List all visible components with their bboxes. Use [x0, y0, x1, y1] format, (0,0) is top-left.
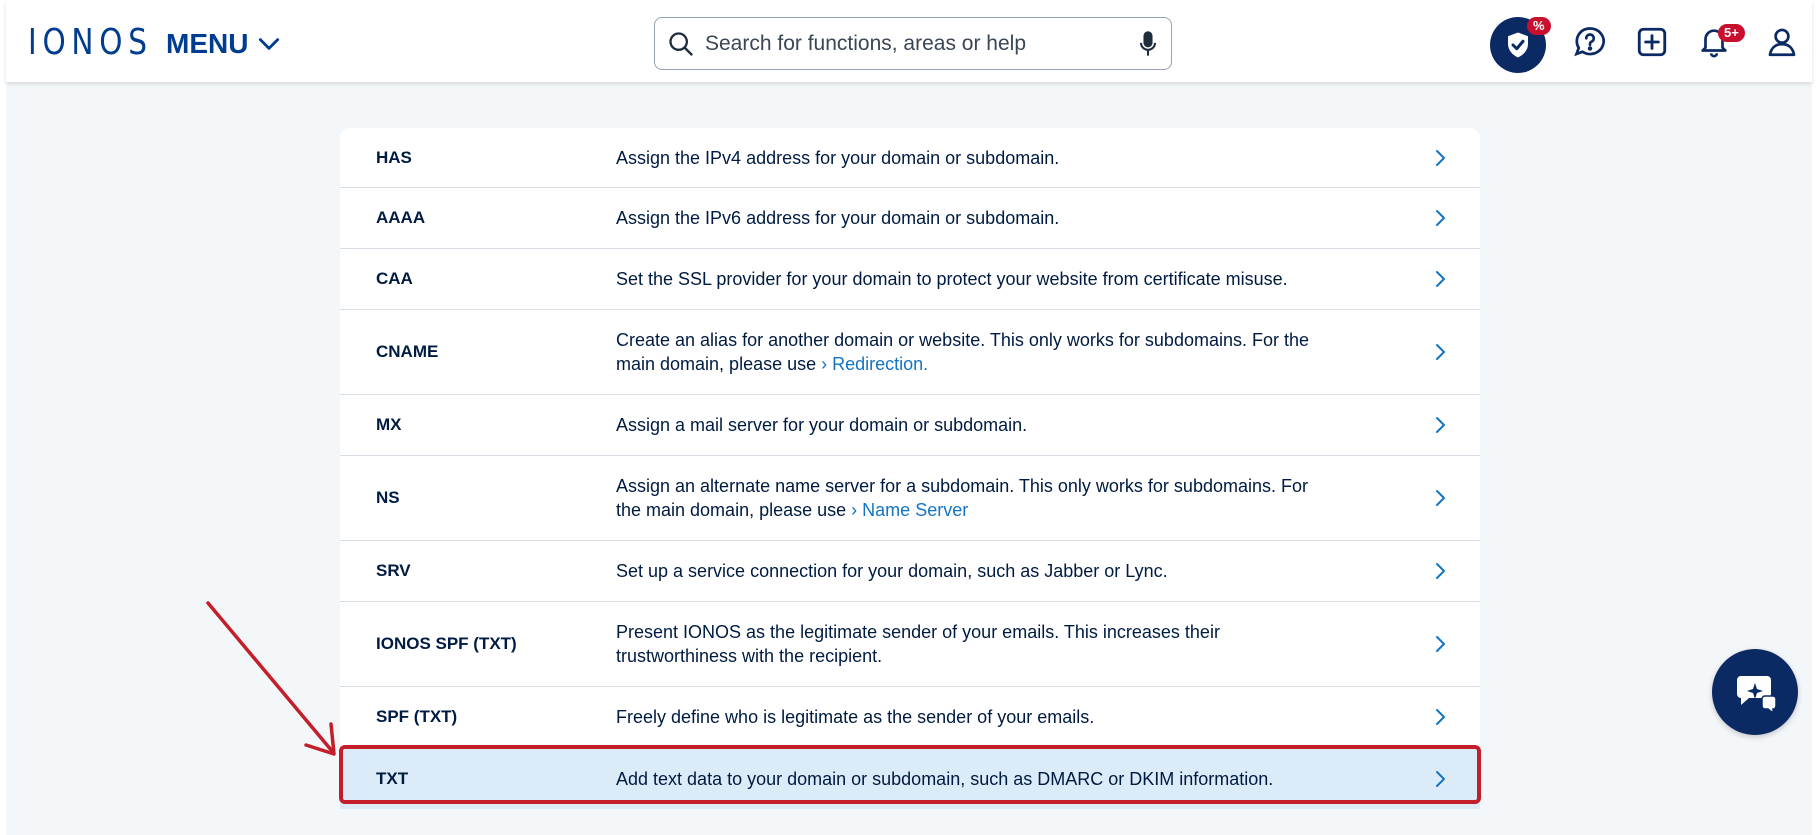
record-row-aaaa[interactable]: AAAA Assign the IPv6 address for your do… — [340, 188, 1480, 249]
record-description: Add text data to your domain or subdomai… — [616, 768, 1274, 789]
help-button[interactable] — [1568, 20, 1612, 64]
record-description: Assign an alternate name server for a su… — [616, 474, 1480, 522]
record-description: Assign a mail server for your domain or … — [616, 415, 1028, 435]
user-icon — [1768, 28, 1796, 57]
redirection-link[interactable]: › Redirection. — [821, 354, 928, 374]
redirection-link-label: Redirection. — [832, 354, 929, 374]
record-description: Create an alias for another domain or we… — [616, 328, 1480, 376]
description-line-2: trustworthiness with the recipient. — [616, 646, 883, 666]
record-row-txt[interactable]: TXT Add text data to your domain or subd… — [340, 748, 1480, 809]
add-button[interactable] — [1630, 20, 1674, 64]
chat-sparkle-icon — [1737, 676, 1777, 715]
notifications-badge: 5+ — [1718, 24, 1745, 42]
record-type: SPF (TXT) — [376, 707, 458, 726]
description-line-2: main domain, please use — [616, 354, 817, 374]
record-type: AAAA — [376, 208, 426, 227]
annotation-arrow — [206, 601, 336, 756]
chevron-right-icon — [1436, 636, 1445, 652]
record-row-caa[interactable]: CAA Set the SSL provider for your domain… — [340, 249, 1480, 310]
shield-badge: % — [1527, 17, 1551, 35]
search-box[interactable] — [654, 17, 1172, 70]
record-type: NS — [376, 488, 400, 507]
microphone-icon[interactable] — [1137, 30, 1159, 58]
record-description: Assign the IPv6 address for your domain … — [616, 208, 1060, 228]
chevron-right-icon — [1436, 210, 1445, 226]
chevron-right-icon — [1436, 271, 1445, 287]
chevron-right-icon — [1436, 770, 1445, 787]
record-description: Freely define who is legitimate as the s… — [616, 707, 1095, 727]
record-type: IONOS SPF (TXT) — [376, 634, 517, 653]
record-description: Assign the IPv4 address for your domain … — [616, 147, 1060, 168]
name-server-link[interactable]: › Name Server — [851, 500, 968, 520]
dns-record-type-list: HAS Assign the IPv4 address for your dom… — [340, 128, 1480, 809]
description-line-1: Create an alias for another domain or we… — [616, 330, 1309, 350]
record-row-ionos-spf[interactable]: IONOS SPF (TXT) Present IONOS as the leg… — [340, 602, 1480, 687]
record-row-mx[interactable]: MX Assign a mail server for your domain … — [340, 395, 1480, 456]
record-row-ns[interactable]: NS Assign an alternate name server for a… — [340, 456, 1480, 541]
chevron-right-icon — [1436, 490, 1445, 506]
help-chat-icon — [1574, 27, 1605, 57]
record-row-has[interactable]: HAS Assign the IPv4 address for your dom… — [340, 128, 1480, 188]
top-bar: IONOS MENU % 5+ — [6, 0, 1812, 82]
record-row-srv[interactable]: SRV Set up a service connection for your… — [340, 541, 1480, 602]
chevron-right-icon — [1436, 344, 1445, 360]
record-row-cname[interactable]: CNAME Create an alias for another domain… — [340, 310, 1480, 395]
record-type: SRV — [376, 561, 411, 580]
record-row-spf[interactable]: SPF (TXT) Freely define who is legitimat… — [340, 687, 1480, 748]
description-line-1: Assign an alternate name server for a su… — [616, 476, 1308, 496]
record-type: CAA — [376, 269, 413, 288]
chevron-right-icon — [1436, 417, 1445, 433]
chevron-right-icon — [1436, 149, 1445, 166]
record-type: TXT — [376, 768, 409, 788]
description-line-2: the main domain, please use — [616, 500, 847, 520]
chevron-right-icon — [1436, 709, 1445, 725]
chevron-down-icon — [259, 38, 280, 50]
record-type: CNAME — [376, 342, 439, 361]
ionos-logo[interactable]: IONOS — [28, 22, 153, 63]
chevron-right-icon — [1436, 563, 1445, 579]
record-description: Present IONOS as the legitimate sender o… — [616, 620, 1480, 668]
menu-label: MENU — [166, 28, 249, 59]
account-button[interactable] — [1760, 20, 1804, 64]
record-type: MX — [376, 415, 402, 434]
record-description: Set the SSL provider for your domain to … — [616, 269, 1288, 289]
description-line-1: Present IONOS as the legitimate sender o… — [616, 622, 1220, 642]
plus-square-icon — [1637, 27, 1667, 57]
chat-assistant-button[interactable] — [1712, 649, 1798, 735]
search-icon — [669, 31, 693, 56]
shield-check-icon — [1508, 32, 1528, 58]
search-input[interactable] — [705, 31, 1137, 56]
name-server-link-label: Name Server — [862, 500, 969, 520]
record-type: HAS — [376, 147, 412, 167]
record-description: Set up a service connection for your dom… — [616, 561, 1168, 581]
menu-button[interactable]: MENU — [166, 28, 282, 60]
